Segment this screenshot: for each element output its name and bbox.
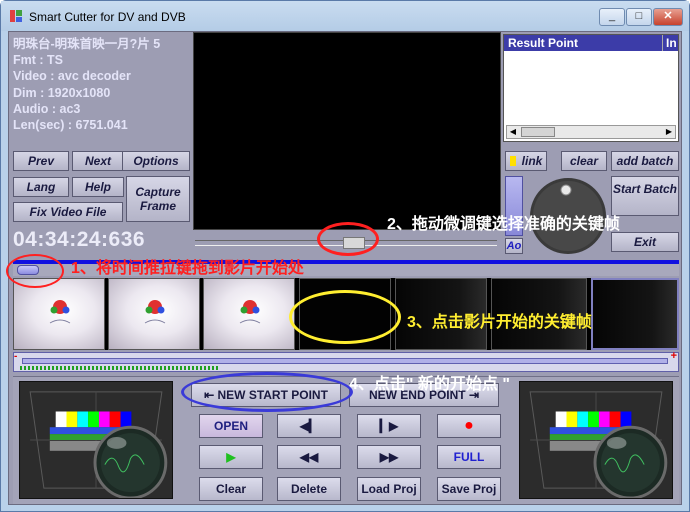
prev-button[interactable]: Prev bbox=[13, 151, 69, 171]
keyframe-7[interactable] bbox=[591, 278, 679, 350]
link-label: link bbox=[521, 154, 543, 168]
in-column-header: In bbox=[662, 35, 677, 51]
fix-video-file-button[interactable]: Fix Video File bbox=[13, 202, 123, 222]
range-start-marker-icon: - bbox=[14, 351, 18, 362]
window-title: Smart Cutter for DV and DVB bbox=[29, 10, 186, 24]
tvb-logo-icon bbox=[239, 300, 261, 324]
next-button[interactable]: Next bbox=[72, 151, 124, 171]
annotation-circle-start-point bbox=[181, 372, 353, 412]
start-batch-button[interactable]: Start Batch bbox=[611, 176, 679, 216]
main-panel: 明珠台-明珠首映一月?片 5 Fmt : TS Video : avc deco… bbox=[6, 31, 682, 505]
output-monitor-icon bbox=[519, 381, 673, 499]
scroll-right-icon[interactable]: ▶ bbox=[663, 126, 675, 138]
video-preview bbox=[193, 32, 501, 230]
app-icon bbox=[10, 10, 22, 22]
save-project-button[interactable]: Save Proj bbox=[437, 477, 501, 501]
exit-button[interactable]: Exit bbox=[611, 232, 679, 252]
add-batch-button[interactable]: add batch bbox=[611, 151, 679, 171]
record-button[interactable]: ● bbox=[437, 414, 501, 438]
cut-range-bar[interactable]: - + bbox=[13, 350, 679, 372]
annotation-step-4: 4、点击" 新的开始点 " bbox=[349, 376, 510, 393]
close-button[interactable]: ✕ bbox=[653, 8, 683, 26]
keyframe-3[interactable] bbox=[203, 278, 295, 350]
title-bar: Smart Cutter for DV and DVB _ □ ✕ bbox=[1, 1, 689, 31]
next-frame-button[interactable]: ▎▶ bbox=[357, 414, 421, 438]
file-info: 明珠台-明珠首映一月?片 5 Fmt : TS Video : avc deco… bbox=[13, 36, 189, 148]
app-window: Smart Cutter for DV and DVB _ □ ✕ 明珠台-明珠… bbox=[0, 0, 690, 512]
play-icon: ▶ bbox=[226, 450, 236, 464]
tvb-logo-icon bbox=[49, 300, 71, 324]
format-info: Fmt : TS bbox=[13, 53, 63, 68]
keyframe-2[interactable] bbox=[108, 278, 200, 350]
link-indicator bbox=[510, 156, 516, 166]
fast-forward-button[interactable]: ▶▶ bbox=[357, 445, 421, 469]
lang-button[interactable]: Lang bbox=[13, 177, 69, 197]
annotation-circle-fine-tune bbox=[317, 222, 379, 256]
fast-forward-icon: ▶▶ bbox=[379, 450, 399, 464]
channel-name: 明珠台-明珠首映一月?片 5 bbox=[13, 37, 161, 51]
annotation-circle-keyframe bbox=[289, 290, 401, 344]
full-button[interactable]: FULL bbox=[437, 445, 501, 469]
audio-level-meter bbox=[20, 366, 220, 370]
result-point-header: Result Point bbox=[508, 36, 579, 50]
result-scrollbar[interactable]: ◀ ▶ bbox=[506, 125, 676, 139]
annotation-step-1: 1、将时间推拉键拖到影片开始处 bbox=[71, 260, 304, 277]
link-button[interactable]: link bbox=[505, 151, 547, 171]
open-button[interactable]: OPEN bbox=[199, 414, 263, 438]
delete-button[interactable]: Delete bbox=[277, 477, 341, 501]
source-monitor-icon bbox=[19, 381, 173, 499]
length-info: Len(sec) : 6751.041 bbox=[13, 118, 128, 133]
cut-range-fill bbox=[22, 358, 668, 364]
dimension-info: Dim : 1920x1080 bbox=[13, 85, 111, 100]
result-point-list[interactable]: Result Point In ◀ ▶ bbox=[503, 34, 679, 142]
clear-button[interactable]: Clear bbox=[199, 477, 263, 501]
range-end-marker-icon: + bbox=[670, 350, 677, 362]
tvb-logo-icon bbox=[144, 300, 166, 324]
maximize-button[interactable]: □ bbox=[626, 8, 652, 26]
options-button[interactable]: Options bbox=[122, 151, 190, 171]
annotation-circle-time-slider bbox=[6, 254, 64, 288]
rewind-icon: ◀◀ bbox=[299, 450, 319, 464]
result-list-header: Result Point In bbox=[504, 35, 678, 51]
minimize-button[interactable]: _ bbox=[599, 8, 625, 26]
prev-frame-button[interactable]: ◀▎ bbox=[277, 414, 341, 438]
scroll-left-icon[interactable]: ◀ bbox=[507, 126, 519, 138]
annotation-step-2: 2、拖动微调键选择准确的关键帧 bbox=[387, 216, 620, 233]
record-icon: ● bbox=[464, 417, 474, 434]
timecode-display: 04:34:24:636 bbox=[13, 228, 146, 251]
audio-out-button[interactable]: Ao bbox=[505, 238, 523, 254]
keyframe-1[interactable] bbox=[13, 278, 105, 350]
scroll-thumb[interactable] bbox=[521, 127, 555, 137]
help-button[interactable]: Help bbox=[72, 177, 124, 197]
clear-result-button[interactable]: clear bbox=[561, 151, 607, 171]
audio-info: Audio : ac3 bbox=[13, 101, 81, 116]
annotation-step-3: 3、点击影片开始的关键帧 bbox=[407, 314, 592, 331]
video-info: Video : avc decoder bbox=[13, 69, 131, 84]
step-forward-icon: ▎▶ bbox=[379, 419, 399, 433]
play-button[interactable]: ▶ bbox=[199, 445, 263, 469]
load-project-button[interactable]: Load Proj bbox=[357, 477, 421, 501]
rewind-button[interactable]: ◀◀ bbox=[277, 445, 341, 469]
capture-frame-button[interactable]: Capture Frame bbox=[126, 176, 190, 222]
step-back-icon: ◀▎ bbox=[299, 419, 319, 433]
